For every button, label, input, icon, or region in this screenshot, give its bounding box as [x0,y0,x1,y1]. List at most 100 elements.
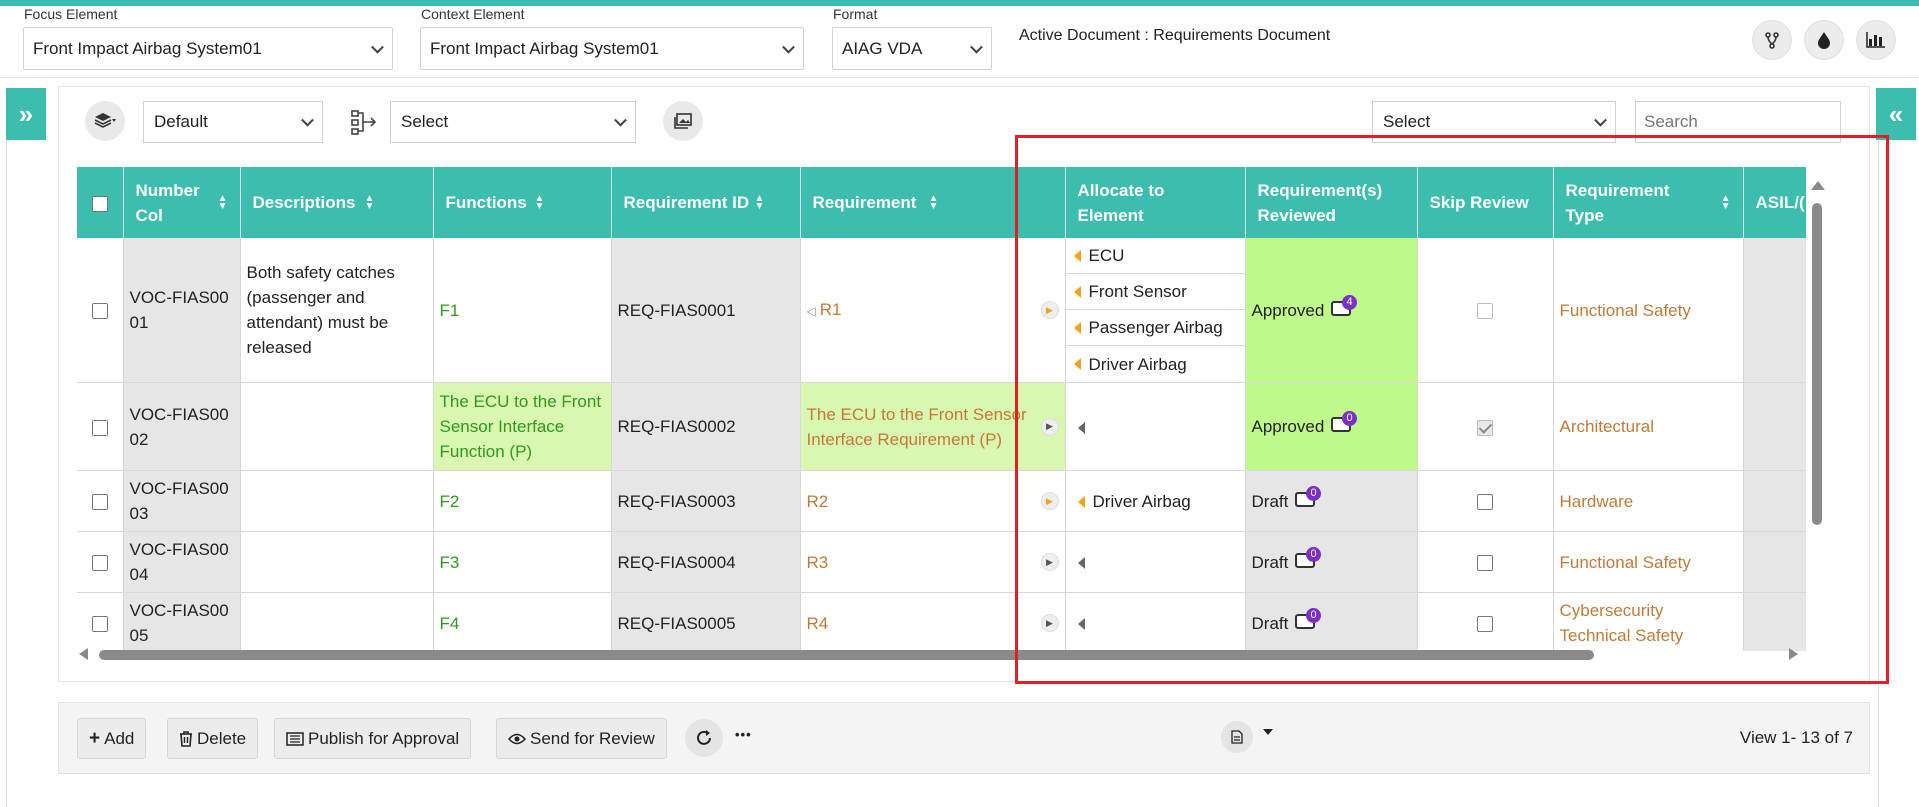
expand-left-button[interactable]: » [6,88,46,140]
skip-review-checkbox[interactable] [1477,494,1493,511]
color-button[interactable] [1804,20,1844,60]
requirement-cell[interactable]: The ECU to the Front Sensor Interface Re… [800,382,1066,471]
expand-right-icon[interactable]: ▶ [1040,553,1059,571]
expand-right-icon[interactable]: ▶ [1040,492,1059,510]
more-options-icon[interactable]: ••• [735,727,752,742]
function-cell[interactable]: The ECU to the Front Sensor Interface Fu… [433,382,612,471]
image-icon [674,113,692,129]
table-row[interactable]: VOC-FIAS0005 F4 REQ-FIAS0005 R4 ▶ Draft … [77,592,1806,651]
function-cell[interactable]: F3 [433,531,612,593]
table-row[interactable]: VOC-FIAS0002 The ECU to the Front Sensor… [77,382,1806,471]
skip-review-checkbox[interactable] [1477,616,1493,633]
header-number-col[interactable]: Number Col ▲ ▼ [123,167,241,238]
row-checkbox[interactable] [91,555,108,572]
add-button[interactable]: + Add [77,718,147,759]
row-select-cell [77,531,124,593]
table-row[interactable]: VOC-FIAS0004 F3 REQ-FIAS0004 R3 ▶ Draft … [77,531,1806,593]
row-checkbox[interactable] [91,419,108,436]
review-status-cell[interactable]: Draft 0 [1245,531,1418,593]
send-for-review-button[interactable]: Send for Review [496,718,667,759]
header-requirement-id[interactable]: Requirement ID ▲ ▼ [611,167,801,238]
table-row[interactable]: VOC-FIAS0003 F2 REQ-FIAS0003 R2 ▶ Driver… [77,470,1806,532]
header-functions[interactable]: Functions ▲ ▼ [433,167,612,238]
allocation-item[interactable]: Passenger Airbag [1065,310,1245,346]
row-checkbox[interactable] [91,303,108,320]
requirement-type-cell[interactable]: Functional Safety [1553,531,1744,593]
allocation-cell[interactable] [1065,531,1246,593]
requirement-cell[interactable]: R2 ▶ [800,470,1066,532]
expand-right-icon[interactable]: ▶ [1040,417,1059,436]
skip-review-checkbox[interactable] [1477,555,1493,572]
refresh-button[interactable] [685,719,723,757]
requirement-type-cell[interactable]: Cybersecurity Technical Safety [1553,592,1744,651]
view-select[interactable]: Default [143,101,323,143]
review-status-cell[interactable]: Approved 4 [1245,238,1418,383]
publish-for-approval-button[interactable]: Publish for Approval [274,718,472,759]
image-gallery-button[interactable] [663,101,703,141]
expand-right-icon[interactable]: ▶ [1040,614,1059,632]
review-status-cell[interactable]: Draft 0 [1245,592,1418,651]
comment-icon[interactable]: 4 [1331,294,1358,319]
allocation-cell[interactable]: Driver Airbag [1065,470,1246,532]
allocation-item[interactable]: Front Sensor [1065,274,1245,310]
skip-review-checkbox[interactable] [1477,419,1493,436]
header-asil[interactable]: ASIL/( [1743,167,1806,238]
header-allocate-to-element[interactable]: Allocate to Element [1065,167,1246,238]
focus-element-select[interactable]: Front Impact Airbag System01 [23,27,393,70]
requirement-cell[interactable]: ◁ R1 ▶ [800,238,1066,383]
requirement-type-cell[interactable]: Functional Safety [1553,238,1744,383]
column-select[interactable]: Select [390,101,636,143]
header-skip-review[interactable]: Skip Review [1417,167,1554,238]
scroll-left-icon[interactable] [79,648,88,660]
scroll-right-icon[interactable] [1789,648,1798,660]
header-requirement[interactable]: Requirement ▲ ▼ [800,167,1066,238]
vertical-scroll-thumb[interactable] [1812,203,1822,525]
allocation-cell[interactable] [1065,592,1246,651]
skip-review-cell [1417,531,1554,593]
requirement-type-cell[interactable]: Architectural [1553,382,1744,471]
comment-icon[interactable]: 0 [1295,485,1322,510]
select-all-checkbox[interactable] [91,195,108,212]
vertical-scrollbar[interactable] [1811,177,1825,726]
comment-icon[interactable]: 0 [1295,546,1322,571]
chevron-down-icon [970,40,983,54]
row-checkbox[interactable] [91,616,108,633]
caret-down-icon[interactable] [1263,729,1273,735]
chevron-down-icon [782,40,795,54]
comment-icon[interactable]: 0 [1295,607,1322,632]
skip-review-checkbox[interactable] [1477,303,1493,320]
header-requirements-reviewed[interactable]: Requirement(s) Reviewed [1245,167,1418,238]
scroll-up-icon[interactable] [1811,181,1825,190]
allocation-cell[interactable] [1065,382,1246,471]
skip-review-cell [1417,470,1554,532]
expand-right-icon[interactable]: ▶ [1040,301,1059,319]
delete-button[interactable]: Delete [167,718,259,759]
comment-icon[interactable]: 0 [1331,411,1358,435]
format-select[interactable]: AIAG VDA [832,27,992,70]
layers-button[interactable] [85,101,125,141]
requirement-cell[interactable]: R3 ▶ [800,531,1066,593]
allocation-item[interactable]: ECU [1065,238,1245,274]
left-arrow-icon [1073,249,1081,262]
requirement-cell[interactable]: R4 ▶ [800,592,1066,651]
requirement-type-cell[interactable]: Hardware [1553,470,1744,532]
review-status-cell[interactable]: Approved 0 [1245,382,1418,471]
table-row[interactable]: VOC-FIAS0001 Both safety catches (passen… [77,238,1806,383]
filter-select[interactable]: Select [1372,101,1616,143]
header-descriptions[interactable]: Descriptions ▲ ▼ [240,167,434,238]
row-checkbox[interactable] [91,494,108,511]
search-input[interactable] [1635,101,1841,143]
horizontal-scroll-thumb[interactable] [99,650,1594,660]
function-cell[interactable]: F2 [433,470,612,532]
context-element-select[interactable]: Front Impact Airbag System01 [420,27,804,70]
collapse-right-button[interactable]: « [1876,88,1916,140]
review-status-cell[interactable]: Draft 0 [1245,470,1418,532]
header-requirement-type[interactable]: Requirement Type ▲ ▼ [1553,167,1744,238]
chart-button[interactable] [1856,20,1896,60]
allocation-item[interactable]: Driver Airbag [1066,346,1245,382]
function-cell[interactable]: F4 [433,592,612,651]
fork-button[interactable] [1752,20,1792,60]
horizontal-scrollbar[interactable] [77,647,1807,661]
function-cell[interactable]: F1 [433,238,612,383]
export-button[interactable] [1221,721,1253,753]
